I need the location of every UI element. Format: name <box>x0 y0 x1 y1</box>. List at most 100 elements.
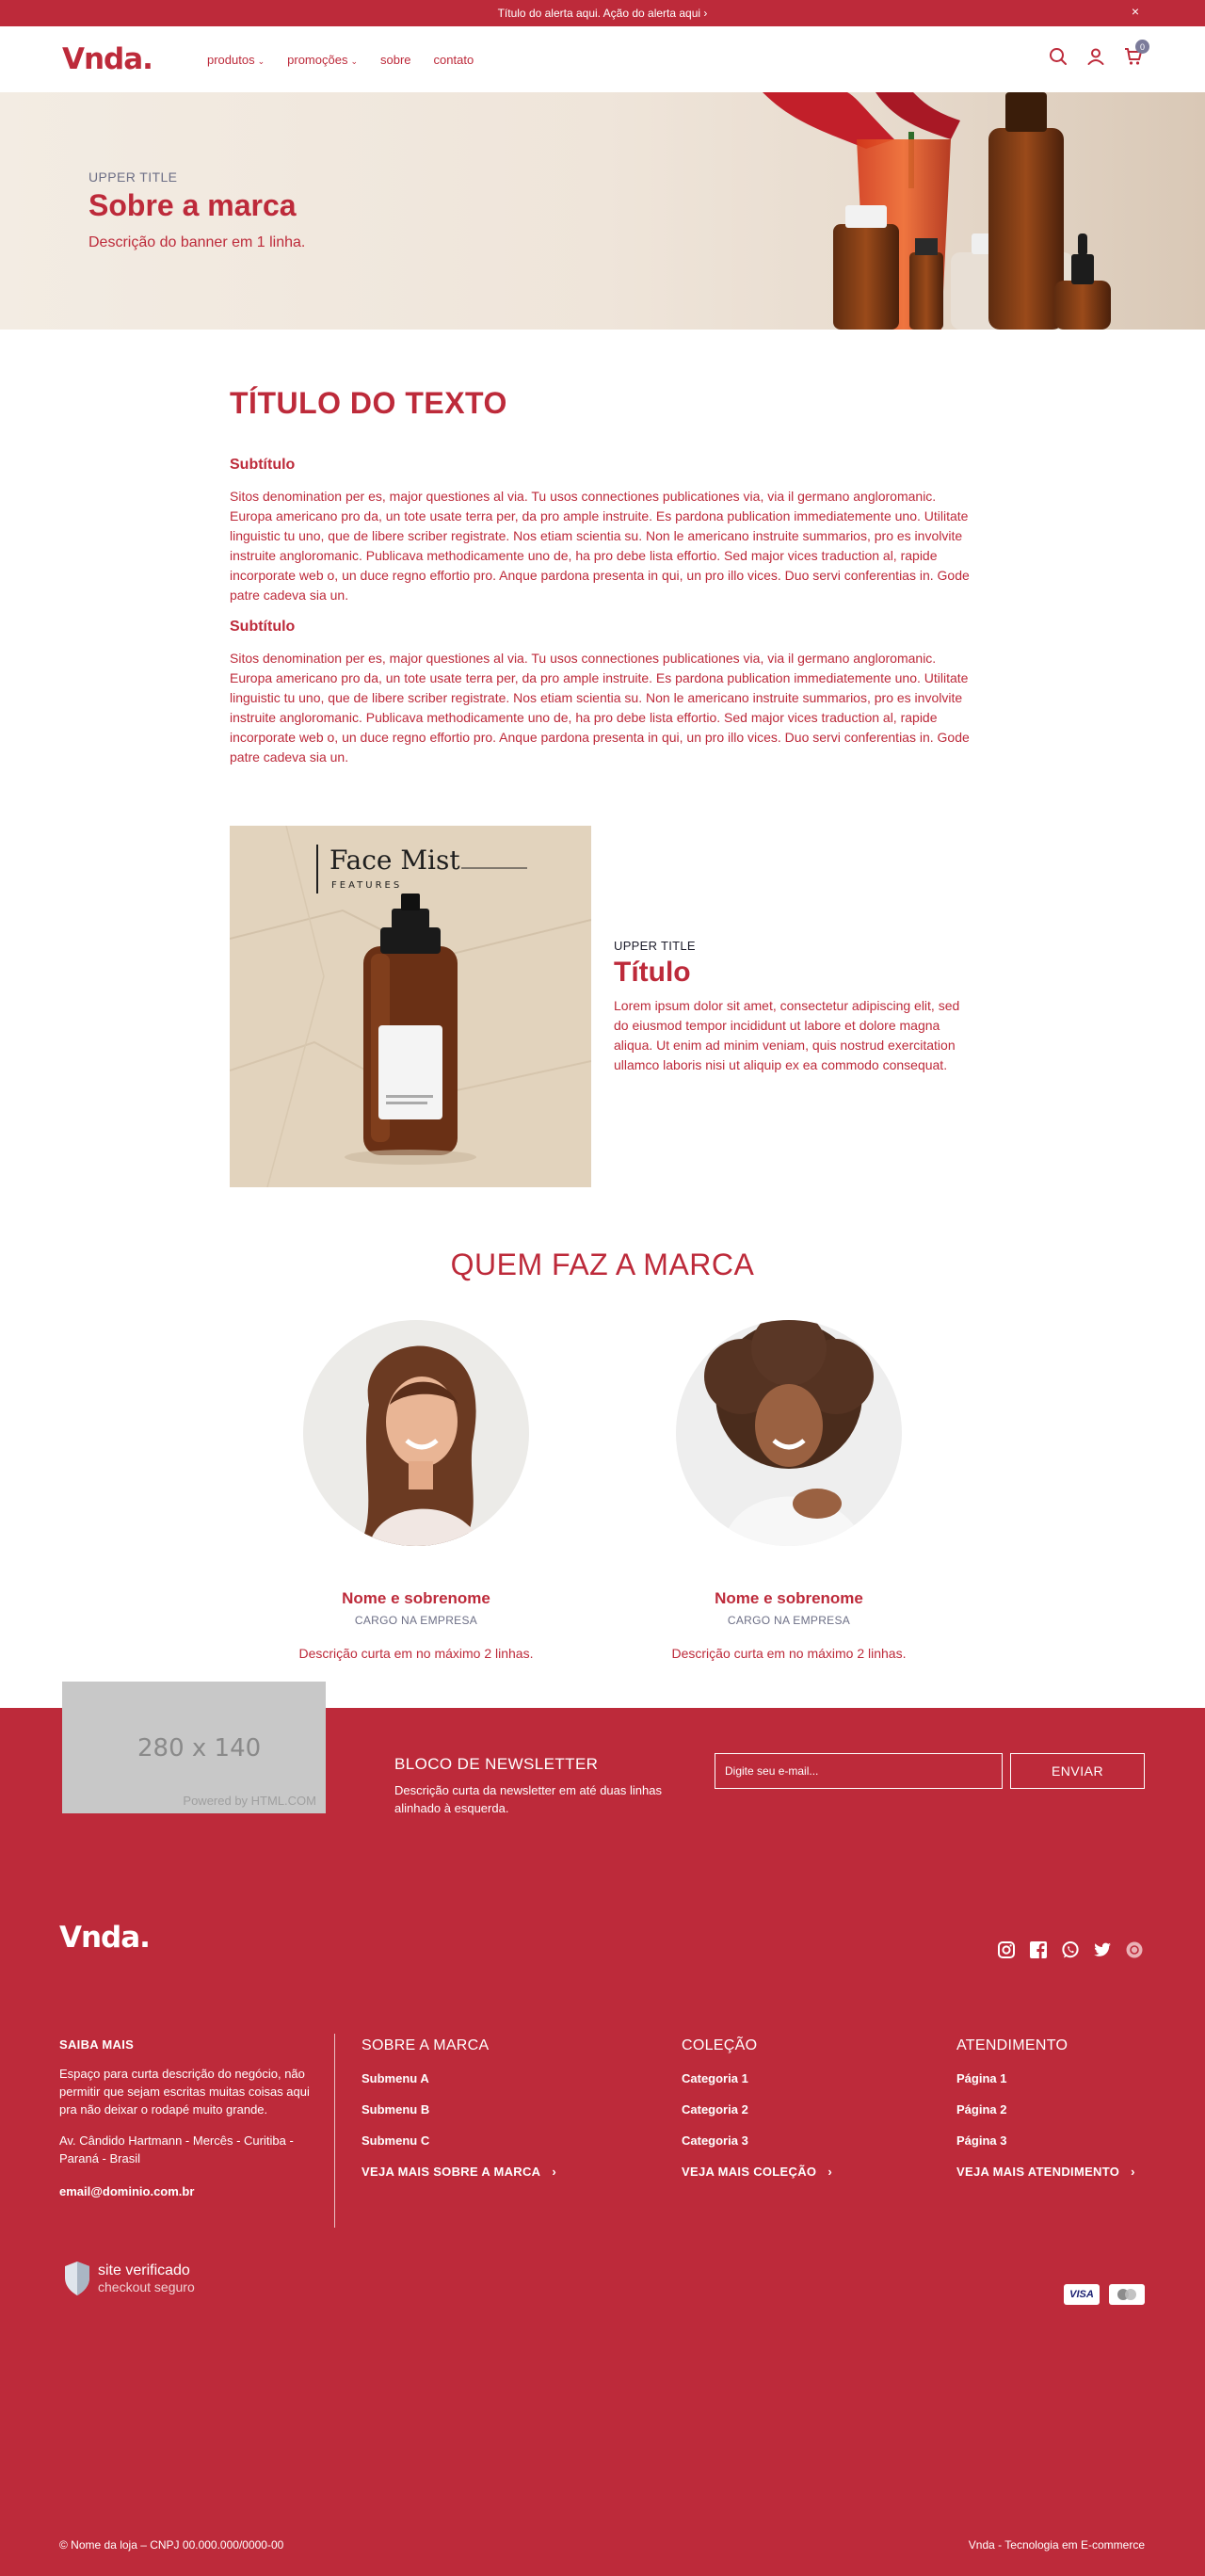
cart-count-badge: 0 <box>1135 40 1149 54</box>
main-nav: produtos ⌄ promoções ⌄ sobre contato <box>207 53 474 67</box>
logo[interactable]: Vnda. <box>62 42 207 76</box>
footer-column-atendimento: ATENDIMENTO Página 1 Página 2 Página 3 V… <box>956 2037 1135 2179</box>
footer-link[interactable]: Página 3 <box>956 2133 1135 2148</box>
image-subtitle: FEATURES <box>331 880 402 891</box>
nav-label: promoções <box>287 52 348 67</box>
feature-text: UPPER TITLE Título Lorem ipsum dolor sit… <box>614 939 972 1075</box>
see-more-link[interactable]: VEJA MAIS COLEÇÃO › <box>682 2165 832 2179</box>
image-title: Face Mist <box>329 845 460 876</box>
instagram-icon[interactable] <box>996 1940 1017 1960</box>
nav-item-promocoes[interactable]: promoções ⌄ <box>287 53 358 67</box>
paragraph: Sitos denomination per es, major questio… <box>230 489 970 603</box>
placeholder-size: 280 x 140 <box>137 1734 262 1763</box>
search-icon[interactable] <box>1049 47 1068 66</box>
member-description: Descrição curta em no máximo 2 linhas. <box>671 1646 907 1661</box>
footer-link[interactable]: Categoria 2 <box>682 2102 832 2117</box>
send-button[interactable]: ENVIAR <box>1010 1753 1145 1789</box>
team-member: Nome e sobrenome CARGO NA EMPRESA Descri… <box>672 1320 907 1661</box>
avatar <box>676 1320 902 1546</box>
cart-button[interactable]: 0 <box>1124 40 1149 66</box>
alert-bar: Título do alerta aqui. Ação do alerta aq… <box>0 0 1205 26</box>
seal-line-1: site verificado <box>98 2262 190 2278</box>
team-list: Nome e sobrenome CARGO NA EMPRESA Descri… <box>0 1320 1205 1661</box>
site-footer: Vnda. SAIBA MAIS Espaço para curta descr… <box>0 1879 1205 2576</box>
user-icon[interactable] <box>1086 47 1105 66</box>
newsletter-title: BLOCO DE NEWSLETTER <box>394 1755 599 1773</box>
nav-item-contato[interactable]: contato <box>434 53 474 67</box>
feature-description: Lorem ipsum dolor sit amet, consectetur … <box>614 997 960 1072</box>
social-links <box>996 1940 1145 1960</box>
footer-link[interactable]: Submenu A <box>362 2071 556 2085</box>
close-icon[interactable]: × <box>1132 4 1139 19</box>
member-role: CARGO NA EMPRESA <box>727 1614 851 1627</box>
visa-icon: VISA <box>1064 2284 1100 2305</box>
banner-text: UPPER TITLE Sobre a marca Descrição do b… <box>88 169 305 251</box>
placeholder-credit: Powered by HTML.COM <box>183 1794 316 1808</box>
see-more-label: VEJA MAIS COLEÇÃO <box>682 2165 817 2179</box>
feature-upper-title: UPPER TITLE <box>614 938 696 953</box>
member-name: Nome e sobrenome <box>715 1589 863 1607</box>
twitter-icon[interactable] <box>1092 1940 1113 1960</box>
banner-upper-title: UPPER TITLE <box>88 169 178 185</box>
chevron-right-icon: › <box>552 2165 557 2179</box>
chevron-down-icon: ⌄ <box>257 56 265 66</box>
alert-text[interactable]: Título do alerta aqui. Ação do alerta aq… <box>498 7 708 20</box>
placeholder-image: 280 x 140 Powered by HTML.COM <box>62 1682 326 1813</box>
member-description: Descrição curta em no máximo 2 linhas. <box>298 1646 534 1661</box>
header-actions: 0 <box>1049 40 1149 66</box>
pinterest-icon[interactable] <box>1124 1940 1145 1960</box>
footer-address: Av. Cândido Hartmann - Mercês - Curitiba… <box>59 2133 294 2165</box>
member-name: Nome e sobrenome <box>342 1589 490 1607</box>
footer-link[interactable]: Categoria 3 <box>682 2133 832 2148</box>
newsletter-block: 280 x 140 Powered by HTML.COM BLOCO DE N… <box>0 1682 1205 1879</box>
mastercard-icon <box>1109 2284 1145 2305</box>
feature-block: Face Mist FEATURES UPPER TITLE Título Lo… <box>229 825 975 1188</box>
subtitle: Subtítulo <box>230 619 296 635</box>
nav-label: produtos <box>207 52 255 67</box>
see-more-link[interactable]: VEJA MAIS SOBRE A MARCA › <box>362 2165 556 2179</box>
footer-email-link[interactable]: email@dominio.com.br <box>59 2184 342 2198</box>
footer-link[interactable]: Submenu C <box>362 2133 556 2148</box>
see-more-label: VEJA MAIS ATENDIMENTO <box>956 2165 1120 2179</box>
email-field[interactable] <box>715 1753 1003 1789</box>
nav-item-sobre[interactable]: sobre <box>380 53 411 67</box>
footer-logo[interactable]: Vnda. <box>59 1921 151 1955</box>
footer-link[interactable]: Submenu B <box>362 2102 556 2117</box>
chevron-down-icon: ⌄ <box>350 56 358 66</box>
site-header: Vnda. produtos ⌄ promoções ⌄ sobre contato… <box>0 26 1205 92</box>
footer-column-colecao: COLEÇÃO Categoria 1 Categoria 2 Categori… <box>682 2037 832 2179</box>
feature-title: Título <box>614 956 691 988</box>
seal-line-2: checkout seguro <box>98 2279 195 2294</box>
text-title: TÍTULO DO TEXTO <box>230 386 507 420</box>
team-member: Nome e sobrenome CARGO NA EMPRESA Descri… <box>299 1320 534 1661</box>
see-more-label: VEJA MAIS SOBRE A MARCA <box>362 2165 541 2179</box>
hero-banner: UPPER TITLE Sobre a marca Descrição do b… <box>0 92 1205 330</box>
footer-column-heading: ATENDIMENTO <box>956 2037 1068 2053</box>
nav-item-produtos[interactable]: produtos ⌄ <box>207 53 265 67</box>
footer-column-heading: SOBRE A MARCA <box>362 2037 490 2053</box>
avatar <box>303 1320 529 1546</box>
footer-about: SAIBA MAIS Espaço para curta descrição d… <box>59 2037 342 2198</box>
platform-credit[interactable]: Vnda - Tecnologia em E-commerce <box>969 2538 1145 2552</box>
facebook-icon[interactable] <box>1028 1940 1049 1960</box>
nav-label: sobre <box>380 52 411 67</box>
whatsapp-icon[interactable] <box>1060 1940 1081 1960</box>
footer-link[interactable]: Página 1 <box>956 2071 1135 2085</box>
footer-about-heading: SAIBA MAIS <box>59 2037 135 2052</box>
banner-description: Descrição do banner em 1 linha. <box>88 234 306 250</box>
text-section: TÍTULO DO TEXTO Subtítulo Sitos denomina… <box>230 386 975 767</box>
footer-about-text: Espaço para curta descrição do negócio, … <box>59 2067 310 2117</box>
team-title: QUEM FAZ A MARCA <box>450 1248 755 1281</box>
see-more-link[interactable]: VEJA MAIS ATENDIMENTO › <box>956 2165 1135 2179</box>
footer-link[interactable]: Página 2 <box>956 2102 1135 2117</box>
chevron-right-icon: › <box>1131 2165 1135 2179</box>
copyright: © Nome da loja – CNPJ 00.000.000/0000-00 <box>59 2538 284 2552</box>
shield-icon <box>65 2262 89 2295</box>
face-mist-image: Face Mist FEATURES <box>229 825 592 1188</box>
footer-link[interactable]: Categoria 1 <box>682 2071 832 2085</box>
footer-column-heading: COLEÇÃO <box>682 2037 758 2053</box>
banner-bottles-image <box>763 92 1111 330</box>
footer-column-sobre: SOBRE A MARCA Submenu A Submenu B Submen… <box>362 2037 556 2179</box>
security-seal: site verificado checkout seguro <box>62 2260 195 2297</box>
chevron-right-icon: › <box>827 2165 832 2179</box>
